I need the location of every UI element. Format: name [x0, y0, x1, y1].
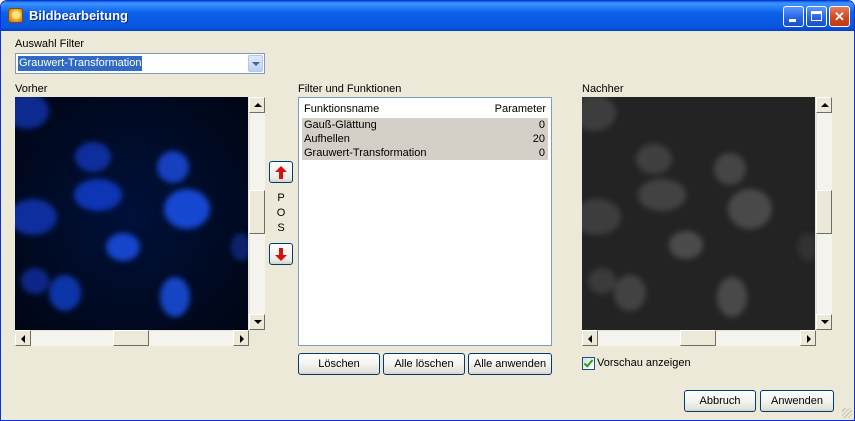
- function-name: Gauß-Glättung: [304, 119, 377, 131]
- move-down-button[interactable]: [269, 243, 293, 265]
- scroll-right-button[interactable]: [233, 330, 249, 346]
- close-icon: ✕: [834, 9, 845, 24]
- pos-letter-p: P: [277, 192, 285, 204]
- list-item[interactable]: Grauwert-Transformation 0: [302, 146, 548, 160]
- before-image: [15, 97, 248, 330]
- before-horizontal-scrollbar[interactable]: [15, 330, 249, 346]
- scroll-down-button[interactable]: [816, 314, 832, 330]
- arrow-right-icon: [240, 335, 244, 343]
- scroll-down-button[interactable]: [249, 314, 265, 330]
- arrow-down-icon: [821, 320, 829, 324]
- column-header-parameter[interactable]: Parameter: [495, 103, 546, 115]
- close-button[interactable]: ✕: [829, 6, 850, 27]
- functions-list[interactable]: Funktionsname Parameter Gauß-Glättung 0 …: [298, 97, 552, 346]
- list-item[interactable]: Gauß-Glättung 0: [302, 118, 548, 132]
- preview-label[interactable]: Vorschau anzeigen: [597, 357, 691, 369]
- filter-select[interactable]: Grauwert-Transformation: [15, 53, 265, 74]
- window-title: Bildbearbeitung: [29, 8, 128, 23]
- dialog-window: Bildbearbeitung ✕ Auswahl Filter Grauwer…: [0, 0, 855, 421]
- after-vertical-scrollbar[interactable]: [816, 97, 832, 330]
- scroll-right-button[interactable]: [800, 330, 816, 346]
- arrow-down-icon: [254, 320, 262, 324]
- maximize-icon: [811, 11, 822, 21]
- title-bar[interactable]: Bildbearbeitung ✕: [1, 1, 854, 31]
- chevron-down-icon[interactable]: [248, 55, 263, 72]
- delete-button[interactable]: Löschen: [298, 353, 380, 375]
- scroll-thumb[interactable]: [816, 190, 832, 234]
- scroll-thumb[interactable]: [680, 330, 716, 346]
- after-image: [582, 97, 815, 330]
- arrow-shaft: [279, 172, 283, 179]
- arrow-shaft: [279, 248, 283, 255]
- move-up-button[interactable]: [269, 161, 293, 183]
- resize-grip[interactable]: [842, 408, 852, 418]
- filter-select-value: Grauwert-Transformation: [18, 56, 143, 71]
- function-parameter: 0: [538, 147, 545, 159]
- preview-checkbox[interactable]: [582, 357, 595, 370]
- scroll-left-button[interactable]: [582, 330, 598, 346]
- after-label: Nachher: [582, 83, 624, 95]
- scroll-corner: [249, 330, 265, 346]
- maximize-button[interactable]: [806, 6, 827, 27]
- arrow-up-icon: [821, 103, 829, 107]
- arrow-right-icon: [807, 335, 811, 343]
- function-name: Aufhellen: [304, 133, 350, 145]
- function-parameter: 20: [532, 133, 545, 145]
- function-name: Grauwert-Transformation: [304, 147, 427, 159]
- filter-select-label: Auswahl Filter: [15, 38, 85, 50]
- scroll-corner: [816, 330, 832, 346]
- pos-letter-s: S: [277, 222, 285, 234]
- cancel-button[interactable]: Abbruch: [684, 390, 756, 412]
- minimize-icon: [789, 19, 796, 22]
- functions-label: Filter und Funktionen: [298, 83, 402, 95]
- apply-all-button[interactable]: Alle anwenden: [468, 353, 552, 375]
- app-icon: [8, 8, 23, 23]
- scroll-thumb[interactable]: [249, 190, 265, 234]
- list-item[interactable]: Aufhellen 20: [302, 132, 548, 146]
- pos-letter-o: O: [276, 207, 286, 219]
- before-label: Vorher: [15, 83, 48, 95]
- scroll-thumb[interactable]: [113, 330, 149, 346]
- scroll-left-button[interactable]: [15, 330, 31, 346]
- after-image-pane: [582, 97, 832, 346]
- minimize-button[interactable]: [783, 6, 804, 27]
- arrow-left-icon: [21, 335, 25, 343]
- before-image-pane: [15, 97, 265, 346]
- delete-all-button[interactable]: Alle löschen: [383, 353, 465, 375]
- list-header: Funktionsname Parameter: [302, 101, 548, 117]
- column-header-name[interactable]: Funktionsname: [304, 103, 379, 115]
- before-vertical-scrollbar[interactable]: [249, 97, 265, 330]
- function-parameter: 0: [538, 119, 545, 131]
- apply-button[interactable]: Anwenden: [760, 390, 834, 412]
- arrow-left-icon: [588, 335, 592, 343]
- arrow-down-icon: [275, 255, 287, 261]
- after-horizontal-scrollbar[interactable]: [582, 330, 816, 346]
- arrow-up-icon: [254, 103, 262, 107]
- scroll-up-button[interactable]: [816, 97, 832, 113]
- scroll-up-button[interactable]: [249, 97, 265, 113]
